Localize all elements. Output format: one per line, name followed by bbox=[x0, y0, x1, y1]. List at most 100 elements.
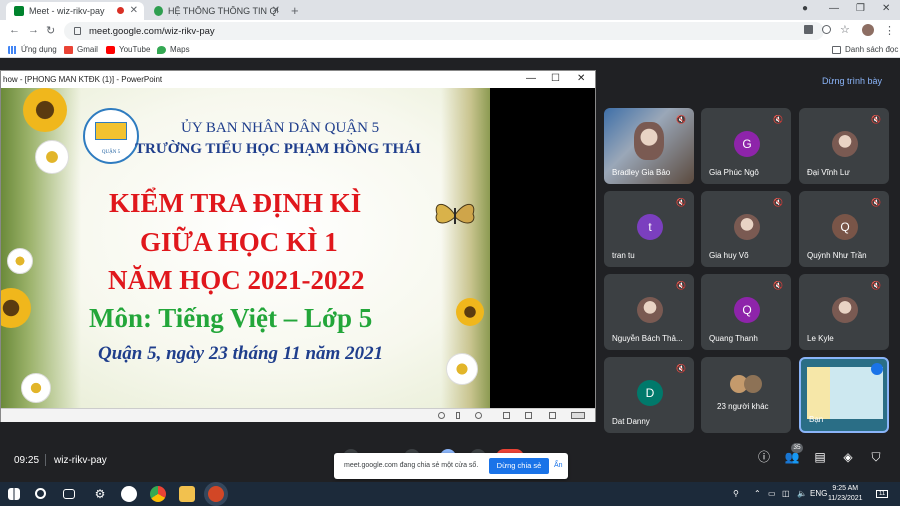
participant-tile[interactable]: 🔇 Gia huy Võ bbox=[701, 191, 791, 267]
close-tab-icon[interactable]: ✕ bbox=[130, 5, 138, 16]
participant-tile[interactable]: G 🔇 Gia Phúc Ngô bbox=[701, 108, 791, 184]
bookmarks-bar: Ứng dụng Gmail YouTube Maps Danh sách đọ… bbox=[0, 42, 900, 58]
new-tab-button[interactable]: + bbox=[291, 3, 299, 18]
next-slide-icon[interactable] bbox=[475, 412, 482, 419]
search-icon[interactable] bbox=[35, 488, 46, 499]
host-controls-icon[interactable]: ⛉ bbox=[868, 449, 884, 465]
participant-tile[interactable]: D 🔇 Dat Danny bbox=[604, 357, 694, 433]
ppt-close-icon[interactable]: ✕ bbox=[577, 73, 585, 84]
sunflower-image bbox=[456, 298, 484, 326]
reading-list[interactable]: Danh sách đọc bbox=[832, 45, 898, 54]
participant-name: Gia Phúc Ngô bbox=[709, 168, 759, 177]
mic-muted-icon: 🔇 bbox=[676, 198, 686, 207]
network-icon[interactable]: ▭ bbox=[768, 489, 776, 498]
tray-expand-icon[interactable]: ⌃ bbox=[754, 489, 761, 498]
back-arrow-icon[interactable]: ← bbox=[9, 24, 20, 36]
tab-meet[interactable]: Meet - wiz-rikv-pay ✕ bbox=[6, 2, 144, 20]
powerpoint-icon[interactable] bbox=[208, 486, 224, 502]
slide-menu-icon[interactable] bbox=[456, 412, 460, 419]
windows-start-icon[interactable] bbox=[8, 488, 20, 500]
close-tab-icon[interactable]: ✕ bbox=[272, 5, 280, 16]
clock-date: 11/23/2021 bbox=[828, 495, 863, 502]
chat-icon[interactable]: ▤ bbox=[812, 449, 828, 465]
tab-title: Meet - wiz-rikv-pay bbox=[29, 6, 105, 16]
meeting-time: 09:25 bbox=[14, 455, 40, 466]
settings-gear-icon[interactable]: ⚙ bbox=[92, 486, 108, 502]
stop-sharing-button[interactable]: Dừng chia sẻ bbox=[489, 458, 549, 474]
participant-tile[interactable]: 🔇 Nguyễn Bách Thả... bbox=[604, 274, 694, 350]
hide-button[interactable]: Ẩn bbox=[554, 462, 563, 469]
recording-indicator-icon bbox=[117, 7, 124, 14]
volume-icon[interactable]: 🔈 bbox=[797, 489, 807, 498]
slide: QUẬN 5 ỦY BAN NHÂN DÂN QUẬN 5 TRƯỜNG TIỂ… bbox=[1, 88, 490, 408]
menu-kebab-icon[interactable]: ⋮ bbox=[884, 24, 895, 37]
avatar-initial: G bbox=[734, 131, 760, 157]
participant-name: Quỳnh Như Trần bbox=[807, 251, 867, 260]
language-indicator[interactable]: ENG bbox=[810, 489, 827, 498]
participant-tile[interactable]: 🔇 Le Kyle bbox=[799, 274, 889, 350]
powerpoint-title: how - [PHONG MAN KTĐK (1)] - PowerPoint bbox=[1, 71, 595, 88]
bookmark-star-icon[interactable]: ☆ bbox=[840, 23, 850, 36]
browser-toolbar: ← → ↻ meet.google.com/wiz-rikv-pay ☆ ⋮ bbox=[0, 20, 900, 42]
task-view-icon[interactable] bbox=[63, 489, 75, 499]
profile-avatar-icon[interactable] bbox=[862, 24, 874, 36]
stop-presenting-button[interactable]: Dừng trình bày bbox=[822, 76, 882, 86]
slide-title-line2: GIỮA HỌC KÌ 1 bbox=[140, 227, 338, 257]
participant-tile[interactable]: Q 🔇 Quang Thanh bbox=[701, 274, 791, 350]
info-icon[interactable]: ⓘ bbox=[756, 449, 772, 465]
butterfly-image bbox=[435, 203, 475, 224]
chrome-icon[interactable] bbox=[150, 486, 166, 502]
logo-text: QUẬN 5 bbox=[101, 150, 121, 155]
participant-tile[interactable]: Q 🔇 Quỳnh Như Trần bbox=[799, 191, 889, 267]
participant-tile[interactable]: t 🔇 tran tu bbox=[604, 191, 694, 267]
url-text: meet.google.com/wiz-rikv-pay bbox=[89, 25, 215, 37]
file-explorer-icon[interactable] bbox=[179, 486, 195, 502]
participant-name: Gia huy Võ bbox=[709, 251, 749, 260]
daisy-image bbox=[35, 140, 69, 174]
normal-view-icon[interactable] bbox=[503, 412, 510, 419]
participant-name: Le Kyle bbox=[807, 334, 834, 343]
bookmark-maps[interactable]: Maps bbox=[157, 45, 190, 54]
notifications-icon[interactable]: 11 bbox=[876, 490, 889, 498]
activities-icon[interactable]: ◈ bbox=[840, 449, 856, 465]
chat-app-icon[interactable] bbox=[121, 486, 137, 502]
maximize-icon[interactable]: ❐ bbox=[856, 3, 865, 14]
participant-tile[interactable]: 🔇 Bradley Gia Bảo bbox=[604, 108, 694, 184]
participant-tile[interactable]: 🔇 Đại Vĩnh Lư bbox=[799, 108, 889, 184]
forward-arrow-icon[interactable]: → bbox=[28, 24, 39, 36]
bookmark-gmail[interactable]: Gmail bbox=[64, 45, 98, 54]
slide-committee-line: ỦY BAN NHÂN DÂN QUẬN 5 bbox=[181, 120, 380, 136]
slide-sorter-icon[interactable] bbox=[525, 412, 532, 419]
camera-icon[interactable] bbox=[804, 25, 813, 34]
zoom-icon[interactable] bbox=[822, 25, 831, 34]
bookmark-youtube[interactable]: YouTube bbox=[106, 45, 150, 54]
mic-muted-icon: 🔇 bbox=[773, 115, 783, 124]
slide-title-line3: NĂM HỌC 2021-2022 bbox=[108, 265, 365, 295]
address-bar[interactable]: meet.google.com/wiz-rikv-pay bbox=[64, 22, 824, 40]
daisy-image bbox=[7, 248, 33, 274]
profile-dot-icon[interactable]: ● bbox=[802, 3, 808, 14]
ppt-maximize-icon[interactable]: ☐ bbox=[551, 73, 560, 84]
avatar-initial: Q bbox=[832, 214, 858, 240]
bookmark-label: YouTube bbox=[119, 45, 151, 54]
avatar-initial: t bbox=[637, 214, 663, 240]
reading-list-icon bbox=[832, 45, 841, 54]
battery-icon[interactable]: ◫ bbox=[782, 489, 790, 498]
tab-quan-ly[interactable]: HỆ THỐNG THÔNG TIN QUẢN L... ✕ bbox=[146, 2, 286, 20]
reload-icon[interactable]: ↻ bbox=[46, 24, 55, 37]
sunflower-image bbox=[23, 88, 67, 132]
prev-slide-icon[interactable] bbox=[438, 412, 445, 419]
participant-tile[interactable]: 23 người khác bbox=[701, 357, 791, 433]
participant-name: Đại Vĩnh Lư bbox=[807, 168, 850, 177]
ppt-minimize-icon[interactable]: — bbox=[526, 73, 536, 84]
ppt-status-bar bbox=[1, 408, 595, 422]
bookmark-apps[interactable]: Ứng dụng bbox=[8, 45, 57, 54]
people-tray-icon[interactable]: ⚲ bbox=[733, 489, 739, 498]
taskbar-clock[interactable]: 9:25 AM 11/23/2021 bbox=[828, 484, 863, 504]
site-favicon-icon bbox=[154, 6, 163, 16]
participant-tile[interactable]: Bạn bbox=[799, 357, 889, 433]
reading-view-icon[interactable] bbox=[549, 412, 556, 419]
slideshow-view-icon[interactable] bbox=[571, 412, 585, 419]
minimize-icon[interactable]: — bbox=[829, 3, 839, 14]
close-window-icon[interactable]: ✕ bbox=[882, 3, 890, 14]
